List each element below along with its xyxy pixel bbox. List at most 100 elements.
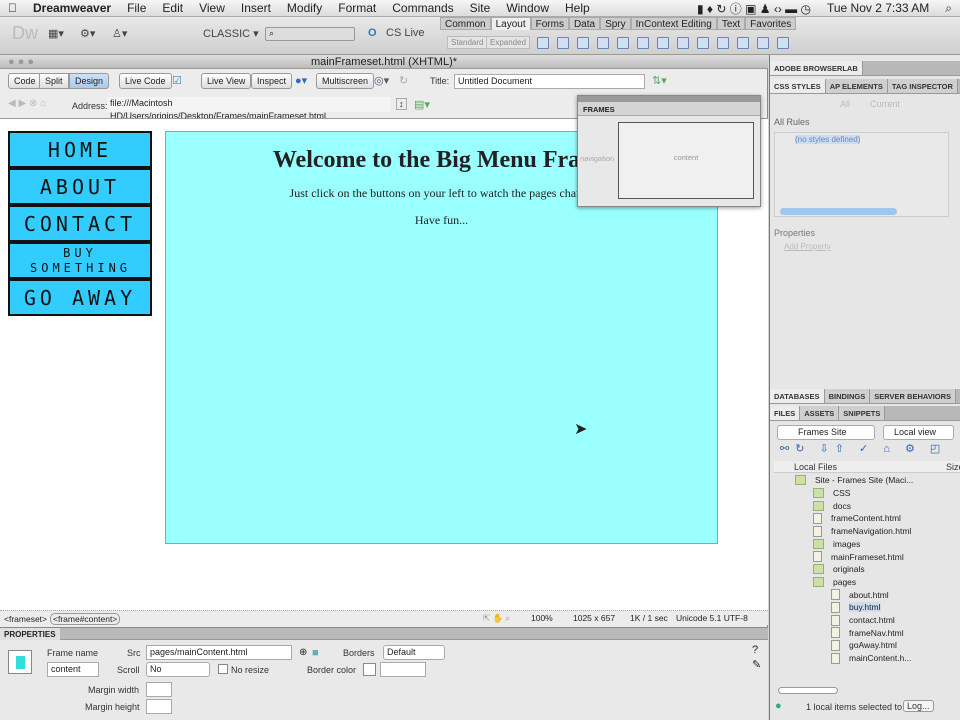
nav-about-button[interactable]: ABOUT xyxy=(8,168,152,205)
menu-insert[interactable]: Insert xyxy=(241,1,271,15)
file-tree-item[interactable]: Site - Frames Site (Maci... xyxy=(795,474,913,487)
window-controls[interactable]: ● ● ● xyxy=(8,55,34,69)
size-header[interactable]: Size xyxy=(946,462,960,472)
document-title-input[interactable]: Untitled Document xyxy=(454,74,645,89)
ap-div-icon[interactable] xyxy=(557,37,569,49)
file-tree-item[interactable]: originals xyxy=(813,563,865,576)
rules-list[interactable]: (no styles defined) xyxy=(774,132,949,217)
file-tree-item[interactable]: images xyxy=(813,538,860,551)
address-stepper[interactable]: ↕ xyxy=(396,98,407,110)
live-code-button[interactable]: Live Code xyxy=(119,73,172,89)
visual-aids-icon[interactable]: ◎▾ xyxy=(374,74,389,87)
menubar-status-icons[interactable]: ▮ ♦ ↻ ⓘ ▣ ♟ ‹› ▬ ◷ xyxy=(697,0,811,17)
spry-collapsible-icon[interactable] xyxy=(637,37,649,49)
tab-spry[interactable]: Spry xyxy=(600,17,631,30)
table-icon[interactable] xyxy=(657,37,669,49)
menu-help[interactable]: Help xyxy=(565,1,590,15)
help-search-input[interactable]: ⌕ xyxy=(265,27,355,41)
tab-bindings[interactable]: BINDINGS xyxy=(824,389,871,403)
menu-window[interactable]: Window xyxy=(506,1,549,15)
tag-frameset[interactable]: <frameset> xyxy=(4,614,47,624)
tab-favorites[interactable]: Favorites xyxy=(745,17,797,30)
validate-icon[interactable]: ☑ xyxy=(172,74,182,87)
standard-mode-button[interactable]: Standard xyxy=(447,36,488,49)
files-scrollbar[interactable] xyxy=(778,687,838,694)
rules-scrollbar[interactable] xyxy=(780,208,897,215)
log-button[interactable]: Log... xyxy=(903,700,934,712)
zoom-select[interactable]: 100% xyxy=(531,613,553,623)
menu-format[interactable]: Format xyxy=(338,1,376,15)
layout-icon[interactable]: ▦▾ xyxy=(48,27,64,40)
frames-icon[interactable] xyxy=(777,37,789,49)
col-left-icon[interactable] xyxy=(717,37,729,49)
frame-name-input[interactable]: content xyxy=(47,662,99,677)
borders-select[interactable]: Default xyxy=(383,645,445,660)
tab-ap-elements[interactable]: AP ELEMENTS xyxy=(825,79,888,93)
quick-tag-editor-icon[interactable]: ✎ xyxy=(752,658,761,671)
no-styles-item[interactable]: (no styles defined) xyxy=(795,135,861,144)
src-input[interactable]: pages/mainContent.html xyxy=(146,645,292,660)
file-tree-item[interactable]: mainFrameset.html xyxy=(813,550,904,563)
iframe-icon[interactable] xyxy=(757,37,769,49)
tab-layout[interactable]: Layout xyxy=(490,17,531,30)
frame-navigation[interactable]: navigation xyxy=(580,154,614,163)
row-below-icon[interactable] xyxy=(697,37,709,49)
div-icon[interactable] xyxy=(537,37,549,49)
expanded-mode-button[interactable]: Expanded xyxy=(486,36,531,49)
file-tree-item[interactable]: docs xyxy=(813,499,851,512)
margin-height-input[interactable] xyxy=(146,699,172,714)
no-resize-checkbox[interactable] xyxy=(218,664,228,674)
site-select[interactable]: Frames Site xyxy=(777,425,875,440)
current-button[interactable]: Current xyxy=(870,99,900,109)
file-management-icon[interactable]: ⇅▾ xyxy=(652,74,667,87)
browser-options-icon[interactable]: ▤▾ xyxy=(414,98,430,111)
menu-file[interactable]: File xyxy=(127,1,146,15)
workspace-switcher[interactable]: CLASSIC ▾ xyxy=(203,27,259,40)
col-right-icon[interactable] xyxy=(737,37,749,49)
tab-assets[interactable]: ASSETS xyxy=(800,406,840,420)
preview-browser-icon[interactable]: ●▾ xyxy=(295,74,307,87)
tab-common[interactable]: Common xyxy=(440,17,491,30)
files-toolbar-icons[interactable]: ⚯↻ ⇩⇧ ✓ ⌂ ⚙ ◰ xyxy=(780,442,946,455)
tab-text[interactable]: Text xyxy=(716,17,746,30)
file-tree-item[interactable]: frameNavigation.html xyxy=(813,525,911,538)
menu-site[interactable]: Site xyxy=(470,1,491,15)
border-color-swatch[interactable] xyxy=(363,663,376,676)
tab-snippets[interactable]: SNIPPETS xyxy=(839,406,886,420)
browse-folder-icon[interactable]: ■ xyxy=(312,647,319,659)
file-tree-item[interactable]: frameNav.html xyxy=(831,626,904,639)
apple-icon[interactable]:  xyxy=(8,1,17,15)
design-view-button[interactable]: Design xyxy=(69,73,110,89)
spotlight-icon[interactable]: ⌕ xyxy=(945,1,952,16)
add-property-link[interactable]: Add Property xyxy=(784,242,831,251)
menu-edit[interactable]: Edit xyxy=(162,1,183,15)
address-input[interactable]: file:///Macintosh HD/Users/origins/Deskt… xyxy=(107,97,390,121)
scroll-select[interactable]: No xyxy=(146,662,210,677)
nav-contact-button[interactable]: CONTACT xyxy=(8,205,152,242)
file-tree-item[interactable]: mainContent.h... xyxy=(831,652,911,665)
point-to-file-icon[interactable]: ⊕ xyxy=(299,647,307,658)
file-tree-item[interactable]: frameContent.html xyxy=(813,512,901,525)
code-view-button[interactable]: Code xyxy=(8,73,42,89)
tag-frame-content[interactable]: <frame#content> xyxy=(50,613,121,625)
spry-menu-icon[interactable] xyxy=(577,37,589,49)
tab-browserlab[interactable]: ADOBE BROWSERLAB xyxy=(770,61,863,75)
nav-home-button[interactable]: HOME xyxy=(8,131,152,168)
tab-server-behaviors[interactable]: SERVER BEHAVIORS xyxy=(870,389,957,403)
spry-accordion-icon[interactable] xyxy=(617,37,629,49)
local-files-header[interactable]: Local Files xyxy=(794,462,837,472)
view-select[interactable]: Local view xyxy=(883,425,954,440)
tab-css-styles[interactable]: CSS STYLES xyxy=(770,79,826,93)
file-tree-item[interactable]: CSS xyxy=(813,487,850,500)
nav-go-away-button[interactable]: GO AWAY xyxy=(8,279,152,316)
file-tree-item[interactable]: pages xyxy=(813,576,856,589)
cs-live-icon[interactable]: O xyxy=(368,27,377,39)
multiscreen-button[interactable]: Multiscreen xyxy=(316,73,375,89)
menu-view[interactable]: View xyxy=(199,1,225,15)
refresh-icon[interactable]: ↻ xyxy=(399,74,408,87)
tab-tag-inspector[interactable]: TAG INSPECTOR xyxy=(887,79,958,93)
nav-buy-something-button[interactable]: BUY SOMETHING xyxy=(8,242,152,279)
spry-tabbed-icon[interactable] xyxy=(597,37,609,49)
menu-app[interactable]: Dreamweaver xyxy=(33,1,111,15)
margin-width-input[interactable] xyxy=(146,682,172,697)
